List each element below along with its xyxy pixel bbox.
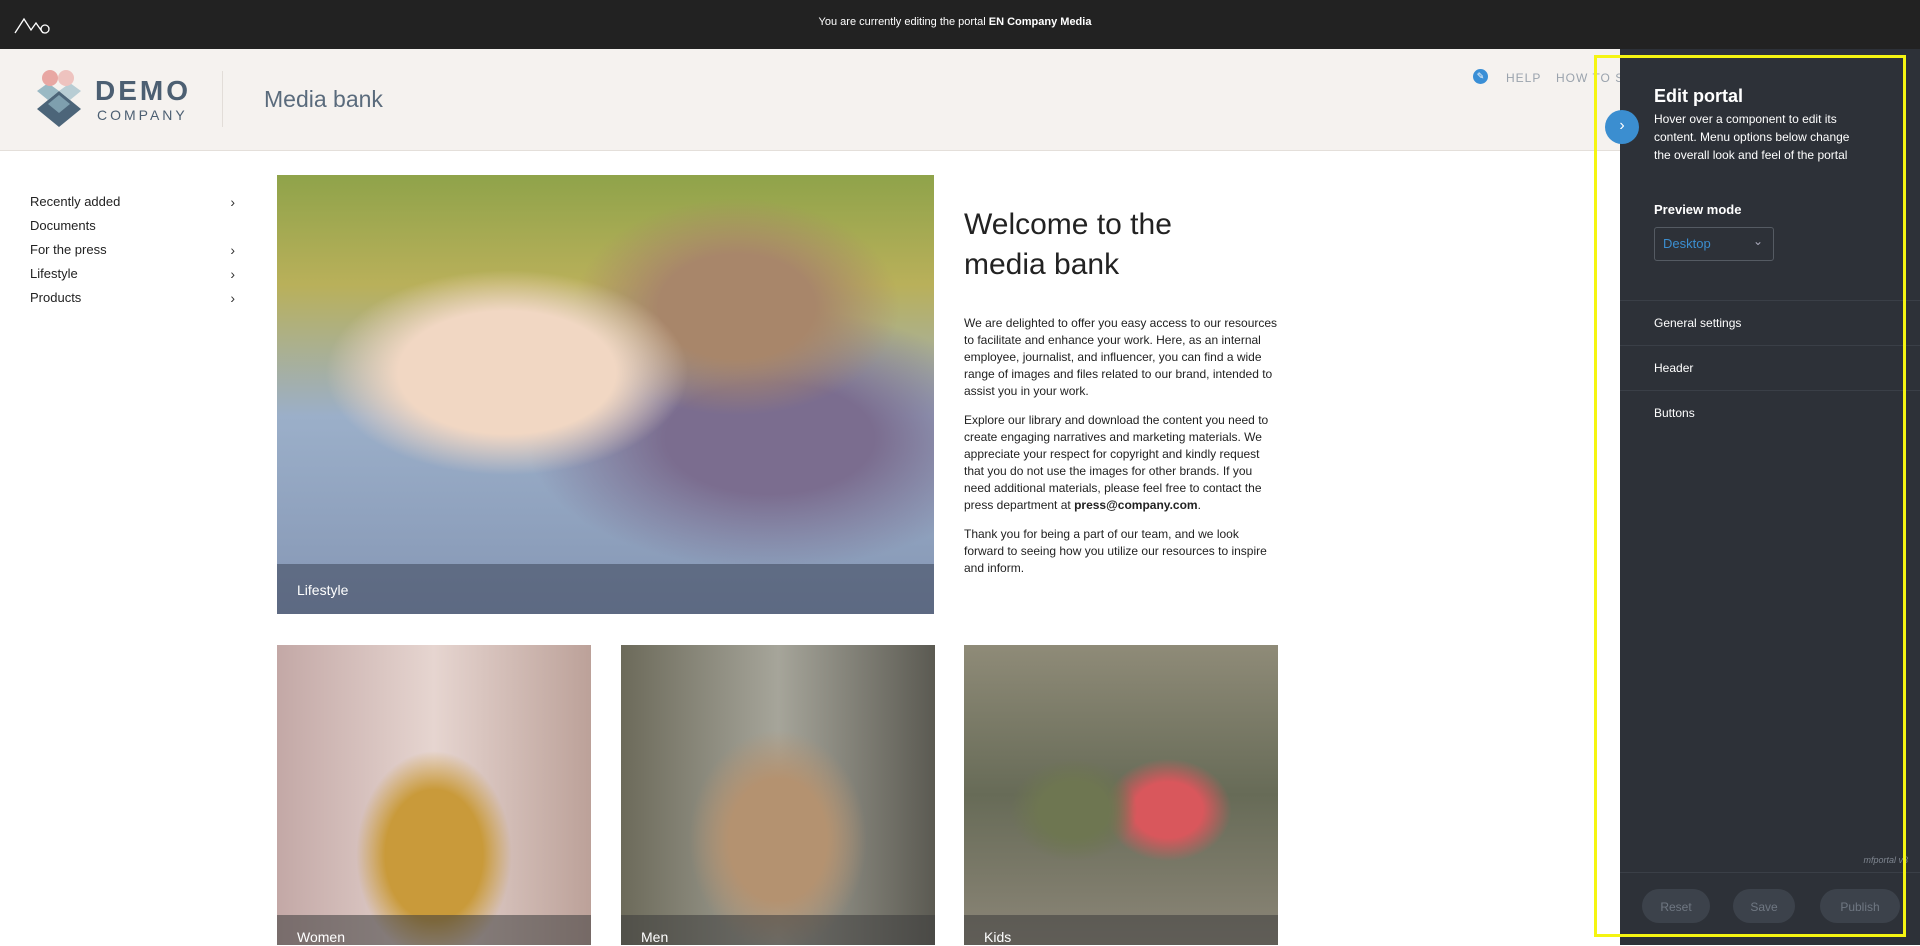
tile-caption: Kids [964,915,1278,945]
kids-tile[interactable]: Kids [964,645,1278,945]
chevron-right-icon[interactable]: › [1605,110,1639,144]
chevron-down-icon: ⌄ [1752,234,1763,248]
tile-caption-label: Kids [984,929,1012,945]
welcome-heading-line2: media bank [964,248,1120,281]
publish-button[interactable]: Publish [1820,889,1900,923]
panel-description: Hover over a component to edit its conte… [1654,112,1850,162]
side-navigation: Recently added › Documents For the press… [30,190,235,310]
nav-item-recently-added[interactable]: Recently added › [30,190,235,214]
nav-item-label: Documents [30,218,96,233]
tile-caption: Men [621,915,935,945]
brand-name-line2: COMPANY [97,107,188,123]
chevron-right-icon[interactable]: › [230,262,235,286]
header-divider [222,71,223,127]
men-tile[interactable]: Men [621,645,935,945]
nav-item-label: Recently added [30,194,121,209]
edit-portal-panel: Edit portal Hover over a component to ed… [1620,49,1920,945]
tile-caption: Women [277,915,591,945]
editing-notice-text: You are currently editing the portal [818,16,986,28]
tile-caption-label: Lifestyle [297,582,349,598]
welcome-heading-line1: Welcome to the [964,208,1172,241]
press-email[interactable]: press@company.com [1074,498,1198,512]
welcome-block: Welcome to the media bank We are delight… [964,205,1282,589]
preview-mode-select[interactable]: Desktop ⌄ [1654,227,1774,261]
nav-item-label: Products [30,290,82,305]
welcome-heading: Welcome to the media bank [964,205,1282,285]
brand-name-line1: DEMO [95,75,191,106]
nav-item-documents[interactable]: Documents [30,214,235,238]
menu-item-general-settings[interactable]: General settings [1620,300,1920,345]
nav-item-label: Lifestyle [30,266,78,281]
welcome-paragraph-2-end: . [1197,498,1201,512]
top-bar: You are currently editing the portal EN … [0,0,1920,49]
save-button[interactable]: Save [1733,889,1795,923]
lifestyle-hero-tile[interactable]: Lifestyle [277,175,934,614]
preview-mode-label: Preview mode [1654,202,1742,217]
nav-item-for-the-press[interactable]: For the press › [30,238,235,262]
menu-item-header[interactable]: Header [1620,345,1920,390]
menu-item-buttons[interactable]: Buttons [1620,390,1920,435]
page-title: Media bank [264,86,383,112]
panel-menu: General settings Header Buttons [1620,300,1920,435]
preview-mode-value: Desktop [1663,236,1711,251]
reset-button[interactable]: Reset [1642,889,1710,923]
version-label: mfportal v3 [1863,855,1908,865]
diamond-logo-icon [37,70,81,127]
welcome-paragraph-1: We are delighted to offer you easy acces… [964,316,1278,398]
portal-name: EN Company Media [988,16,1092,28]
edit-pencil-icon[interactable]: ✎ [1473,69,1488,84]
chevron-right-icon[interactable]: › [230,190,235,214]
tile-caption-label: Women [297,929,345,945]
welcome-paragraph-2: Explore our library and download the con… [964,412,1282,514]
help-link[interactable]: HELP [1506,71,1541,85]
how-to-link[interactable]: HOW TO S [1556,71,1624,85]
nav-item-products[interactable]: Products › [30,286,235,310]
chevron-right-icon[interactable]: › [230,286,235,310]
tile-caption: Lifestyle [277,564,934,614]
panel-title: Edit portal [1654,86,1743,106]
women-tile[interactable]: Women [277,645,591,945]
panel-footer: Reset Save Publish [1620,872,1920,946]
editing-notice: You are currently editing the portal EN … [0,16,1910,28]
tile-caption-label: Men [641,929,669,945]
chevron-right-icon[interactable]: › [230,238,235,262]
brand-logo[interactable]: DEMO COMPANY [30,69,190,133]
nav-item-lifestyle[interactable]: Lifestyle › [30,262,235,286]
welcome-paragraph-3: Thank you for being a part of our team, … [964,527,1267,575]
nav-item-label: For the press [30,242,107,257]
